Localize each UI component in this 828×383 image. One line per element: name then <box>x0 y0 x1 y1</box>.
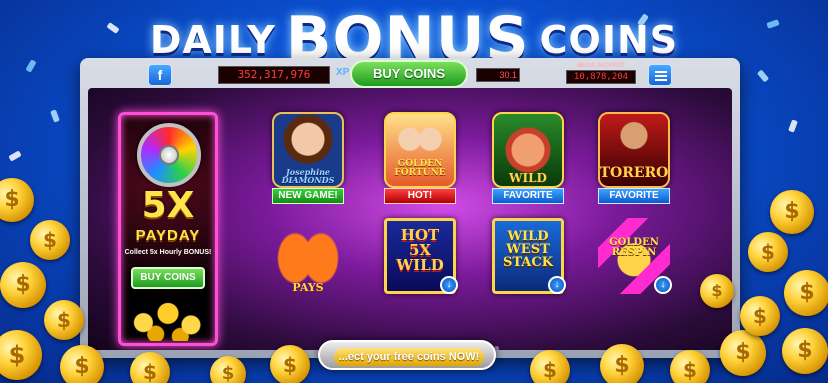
coin-icon: $ <box>700 274 734 308</box>
game-badge: FAVORITE <box>492 188 564 204</box>
coin-icon: $ <box>44 300 84 340</box>
coin-balance: 352,317,976 <box>218 66 330 84</box>
xp-label: XP <box>336 67 350 78</box>
coin-icon: $ <box>748 232 788 272</box>
game-title-art: GOLDEN FORTUNE <box>394 159 446 178</box>
buy-coins-button[interactable]: BUY COINS <box>350 60 468 88</box>
coin-icon: $ <box>270 345 310 383</box>
coin-icon: $ <box>740 296 780 336</box>
game-tile-wild-west-stack[interactable]: WILD WEST STACK ↓ <box>486 218 570 314</box>
confetti <box>788 119 798 133</box>
facebook-icon[interactable]: f <box>148 64 172 86</box>
confetti <box>50 109 60 123</box>
game-badge: NEW GAME! <box>272 188 344 204</box>
game-title-art: PAYS <box>292 281 324 294</box>
coin-icon: $ <box>770 190 814 234</box>
game-title-art: WILD <box>509 171 547 185</box>
game-tile-wild-leprechaun[interactable]: WILD FAVORITE <box>486 112 570 208</box>
coin-icon: $ <box>0 330 42 380</box>
coin-pile-icon <box>127 295 209 341</box>
payday-subtitle: Collect 5x Hourly BONUS! <box>124 249 212 256</box>
game-title-art: Josephine DIAMONDS <box>281 167 335 185</box>
payday-offer-card[interactable]: 5X PAYDAY Collect 5x Hourly BONUS! BUY C… <box>118 112 218 346</box>
coin-icon: $ <box>530 350 570 383</box>
game-title-art: GOLDEN RESPIN <box>609 237 659 258</box>
level-indicator: 30.1 <box>476 68 520 82</box>
download-icon[interactable]: ↓ <box>548 276 566 294</box>
headline-coins: COINS <box>539 18 679 62</box>
coin-icon: $ <box>0 262 46 308</box>
game-tile-el-torero[interactable]: TORERO FAVORITE <box>592 112 676 208</box>
game-tile-josephine-diamonds[interactable]: Josephine DIAMONDS NEW GAME! <box>266 112 350 208</box>
payday-title: PAYDAY <box>135 227 201 244</box>
coin-icon: $ <box>600 344 644 383</box>
coin-icon: $ <box>210 356 246 383</box>
game-badge: HOT! <box>384 188 456 204</box>
coin-icon: $ <box>720 330 766 376</box>
game-lobby-panel: f 352,317,976 XP BUY COINS 30.1 MEGA JAC… <box>80 58 740 358</box>
game-title-art: WILD WEST STACK <box>502 229 554 270</box>
game-title-art: TORERO <box>599 165 669 181</box>
top-bar: f 352,317,976 XP BUY COINS 30.1 MEGA JAC… <box>88 60 732 88</box>
collect-free-coins-label: ...ect your free coins NOW! <box>334 348 484 366</box>
game-tile-golden-respin[interactable]: GOLDEN RESPIN ↓ <box>592 218 676 314</box>
coin-icon: $ <box>670 350 710 383</box>
coin-icon: $ <box>30 220 70 260</box>
payday-buy-coins-button[interactable]: BUY COINS <box>131 267 205 289</box>
menu-icon[interactable] <box>648 64 672 86</box>
payday-multiplier: 5X <box>141 185 195 226</box>
game-tile-golden-fortune[interactable]: GOLDEN FORTUNE HOT! <box>378 112 462 208</box>
coin-icon: $ <box>784 270 828 316</box>
game-tile-butterfly-pays[interactable]: PAYS <box>266 224 350 320</box>
download-icon[interactable]: ↓ <box>440 276 458 294</box>
jackpot-value: 10,878,204 <box>566 70 636 84</box>
games-grid-area: 5X PAYDAY Collect 5x Hourly BONUS! BUY C… <box>88 88 732 350</box>
coin-icon: $ <box>60 345 104 383</box>
bonus-wheel-icon <box>137 123 201 187</box>
download-icon[interactable]: ↓ <box>654 276 672 294</box>
coin-icon: $ <box>0 178 34 222</box>
headline-daily: DAILY <box>149 18 276 62</box>
game-badge: FAVORITE <box>598 188 670 204</box>
coin-icon: $ <box>782 328 828 374</box>
jackpot-label: MEGA JACKPOT <box>576 63 626 69</box>
game-title-art: HOT 5X WILD <box>396 226 444 274</box>
confetti <box>8 150 22 162</box>
game-tile-hot-5x-wild[interactable]: HOT 5X WILD ↓ <box>378 218 462 314</box>
collect-free-coins-button[interactable]: ...ect your free coins NOW! <box>318 340 496 370</box>
